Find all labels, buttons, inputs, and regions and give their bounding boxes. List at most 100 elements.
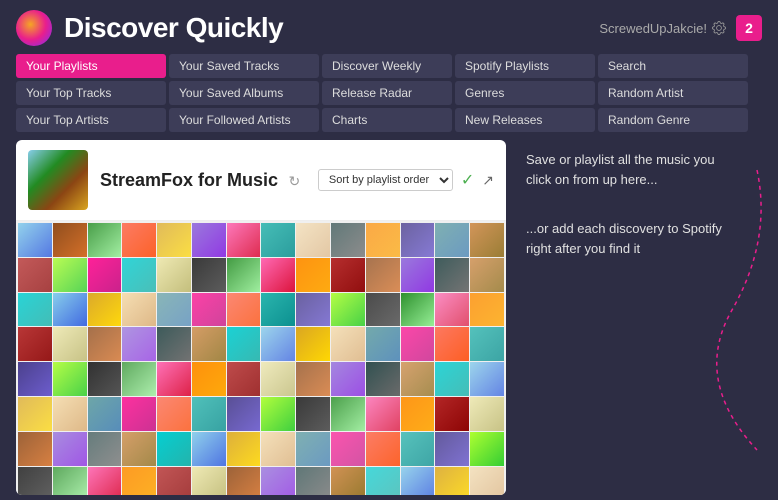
nav-your-saved-tracks[interactable]: Your Saved Tracks [169, 54, 319, 78]
album-thumb[interactable] [470, 397, 504, 431]
nav-release-radar[interactable]: Release Radar [322, 81, 452, 105]
nav-new-releases[interactable]: New Releases [455, 108, 595, 132]
album-thumb[interactable] [18, 258, 52, 292]
album-thumb[interactable] [366, 327, 400, 361]
album-thumb[interactable] [470, 293, 504, 327]
album-thumb[interactable] [192, 397, 226, 431]
album-thumb[interactable] [296, 258, 330, 292]
album-thumb[interactable] [18, 467, 52, 495]
album-thumb[interactable] [366, 362, 400, 396]
expand-icon[interactable]: ↗ [482, 172, 494, 189]
album-thumb[interactable] [331, 467, 365, 495]
album-thumb[interactable] [227, 258, 261, 292]
album-thumb[interactable] [296, 223, 330, 257]
album-thumb[interactable] [296, 467, 330, 495]
album-thumb[interactable] [53, 327, 87, 361]
album-thumb[interactable] [227, 362, 261, 396]
album-thumb[interactable] [227, 293, 261, 327]
nav-random-artist[interactable]: Random Artist [598, 81, 748, 105]
album-thumb[interactable] [157, 432, 191, 466]
album-thumb[interactable] [435, 223, 469, 257]
album-thumb[interactable] [401, 293, 435, 327]
album-thumb[interactable] [401, 432, 435, 466]
album-thumb[interactable] [261, 223, 295, 257]
album-thumb[interactable] [401, 258, 435, 292]
album-thumb[interactable] [435, 397, 469, 431]
album-thumb[interactable] [401, 223, 435, 257]
nav-random-genre[interactable]: Random Genre [598, 108, 748, 132]
album-thumb[interactable] [470, 467, 504, 495]
album-thumb[interactable] [88, 258, 122, 292]
album-thumb[interactable] [435, 432, 469, 466]
album-thumb[interactable] [261, 397, 295, 431]
album-thumb[interactable] [53, 432, 87, 466]
album-thumb[interactable] [192, 432, 226, 466]
album-thumb[interactable] [401, 327, 435, 361]
album-thumb[interactable] [192, 223, 226, 257]
album-thumb[interactable] [157, 467, 191, 495]
album-thumb[interactable] [157, 397, 191, 431]
album-thumb[interactable] [157, 258, 191, 292]
album-thumb[interactable] [470, 223, 504, 257]
album-thumb[interactable] [261, 293, 295, 327]
album-thumb[interactable] [53, 223, 87, 257]
album-thumb[interactable] [227, 467, 261, 495]
nav-charts[interactable]: Charts [322, 108, 452, 132]
album-thumb[interactable] [261, 362, 295, 396]
nav-your-followed-artists[interactable]: Your Followed Artists [169, 108, 319, 132]
nav-your-saved-albums[interactable]: Your Saved Albums [169, 81, 319, 105]
album-thumb[interactable] [122, 293, 156, 327]
album-thumb[interactable] [331, 397, 365, 431]
album-thumb[interactable] [88, 432, 122, 466]
album-thumb[interactable] [470, 362, 504, 396]
album-thumb[interactable] [435, 327, 469, 361]
album-thumb[interactable] [366, 467, 400, 495]
album-thumb[interactable] [261, 327, 295, 361]
album-thumb[interactable] [88, 327, 122, 361]
album-thumb[interactable] [192, 293, 226, 327]
album-thumb[interactable] [401, 362, 435, 396]
album-thumb[interactable] [366, 258, 400, 292]
album-thumb[interactable] [401, 467, 435, 495]
gear-icon[interactable] [712, 21, 726, 35]
nav-your-playlists[interactable]: Your Playlists [16, 54, 166, 78]
album-thumb[interactable] [331, 293, 365, 327]
sort-dropdown[interactable]: Sort by playlist order [318, 169, 453, 191]
refresh-icon[interactable]: ↻ [289, 173, 301, 189]
album-thumb[interactable] [261, 432, 295, 466]
nav-spotify-playlists[interactable]: Spotify Playlists [455, 54, 595, 78]
album-thumb[interactable] [157, 223, 191, 257]
album-thumb[interactable] [53, 293, 87, 327]
notification-badge[interactable]: 2 [736, 15, 762, 41]
album-thumb[interactable] [192, 258, 226, 292]
album-thumb[interactable] [122, 397, 156, 431]
album-thumb[interactable] [366, 397, 400, 431]
album-thumb[interactable] [366, 432, 400, 466]
album-thumb[interactable] [470, 432, 504, 466]
album-thumb[interactable] [296, 432, 330, 466]
album-thumb[interactable] [366, 293, 400, 327]
album-thumb[interactable] [18, 362, 52, 396]
album-thumb[interactable] [435, 258, 469, 292]
album-thumb[interactable] [18, 223, 52, 257]
album-thumb[interactable] [88, 362, 122, 396]
album-thumb[interactable] [227, 432, 261, 466]
album-thumb[interactable] [122, 467, 156, 495]
album-thumb[interactable] [470, 327, 504, 361]
album-thumb[interactable] [435, 293, 469, 327]
nav-search[interactable]: Search [598, 54, 748, 78]
album-thumb[interactable] [261, 258, 295, 292]
album-thumb[interactable] [53, 362, 87, 396]
album-thumb[interactable] [122, 223, 156, 257]
nav-your-top-artists[interactable]: Your Top Artists [16, 108, 166, 132]
album-thumb[interactable] [18, 432, 52, 466]
album-thumb[interactable] [296, 362, 330, 396]
album-thumb[interactable] [331, 432, 365, 466]
album-thumb[interactable] [366, 223, 400, 257]
album-thumb[interactable] [53, 258, 87, 292]
album-thumb[interactable] [122, 258, 156, 292]
album-thumb[interactable] [192, 467, 226, 495]
album-thumb[interactable] [470, 258, 504, 292]
album-thumb[interactable] [157, 293, 191, 327]
album-thumb[interactable] [227, 223, 261, 257]
